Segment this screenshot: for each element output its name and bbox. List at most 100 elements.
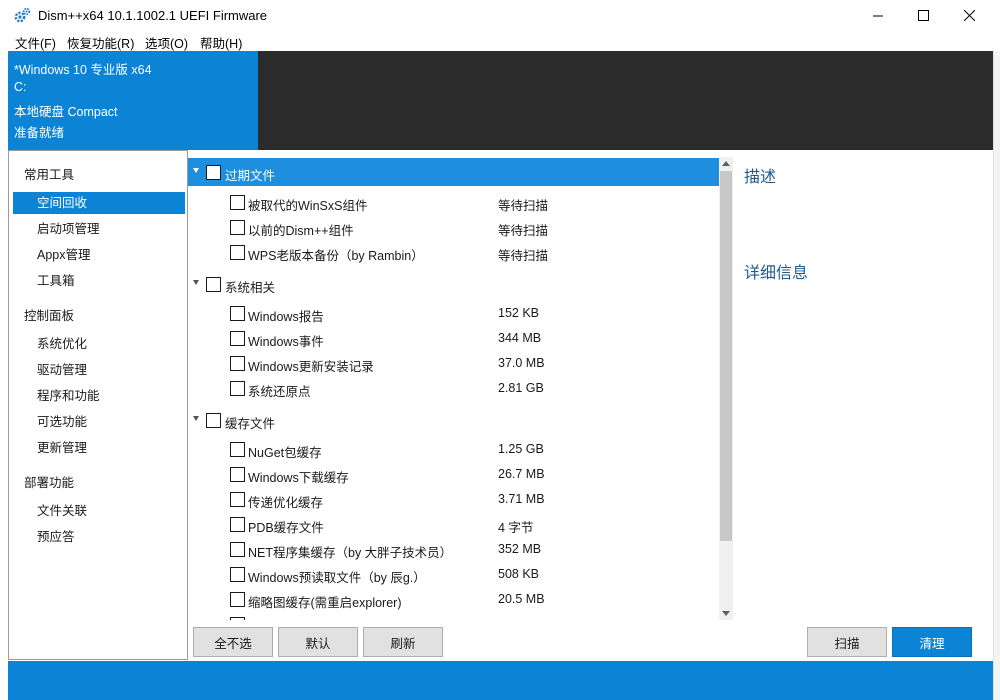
- tree-row[interactable]: Windows更新安装记录 37.0 MB: [188, 351, 719, 376]
- tree-group-cache[interactable]: 缓存文件: [188, 406, 719, 434]
- tree-row[interactable]: PDB缓存文件 4 字节: [188, 512, 719, 537]
- expand-arrow-icon[interactable]: [193, 416, 199, 421]
- close-button[interactable]: [946, 0, 992, 31]
- tree-row[interactable]: WPS老版本备份（by Rambin） 等待扫描: [188, 240, 719, 265]
- row-size: 等待扫描: [498, 249, 549, 263]
- tree-row[interactable]: Windows报告 152 KB: [188, 301, 719, 326]
- row-checkbox[interactable]: [230, 331, 245, 346]
- row-size: 37.0 MB: [498, 356, 545, 370]
- window-title: Dism++x64 10.1.1002.1 UEFI Firmware: [38, 8, 268, 23]
- maximize-icon: [917, 10, 929, 21]
- session-info-panel[interactable]: *Windows 10 专业版 x64 C: 本地硬盘 Compact 准备就绪: [8, 51, 258, 150]
- row-name: 系统还原点: [248, 385, 311, 399]
- window-edge: [993, 51, 1000, 700]
- sidebar-item-drivers[interactable]: 驱动管理: [13, 359, 185, 381]
- cleanup-tree: 过期文件 被取代的WinSxS组件 等待扫描 以前的Dism++组件 等待扫描 …: [188, 150, 719, 620]
- menu-file[interactable]: 文件(F): [15, 33, 56, 52]
- sidebar-item-appx[interactable]: Appx管理: [13, 244, 185, 266]
- row-name: 缩略图缓存(需重启explorer): [248, 596, 402, 610]
- row-size: 等待扫描: [498, 224, 549, 238]
- session-list-area: [258, 51, 993, 150]
- clean-button[interactable]: 清理: [892, 627, 972, 657]
- tree-row[interactable]: 以前的Dism++组件 等待扫描: [188, 215, 719, 240]
- group-checkbox[interactable]: [206, 413, 221, 428]
- row-name: Windows下载缓存: [248, 471, 349, 485]
- tree-row[interactable]: 被取代的WinSxS组件 等待扫描: [188, 190, 719, 215]
- row-name: Windows更新安装记录: [248, 360, 374, 374]
- details-title: 详细信息: [744, 265, 809, 282]
- sidebar-item-programs[interactable]: 程序和功能: [13, 385, 185, 407]
- tree-row[interactable]: NET程序集缓存（by 大胖子技术员） 352 MB: [188, 537, 719, 562]
- row-checkbox[interactable]: [230, 356, 245, 371]
- tree-row[interactable]: NuGet包缓存 1.25 GB: [188, 437, 719, 462]
- row-checkbox[interactable]: [230, 381, 245, 396]
- maximize-button[interactable]: [900, 0, 946, 31]
- row-size: 等待扫描: [498, 199, 549, 213]
- tree-row-partial[interactable]: [188, 612, 719, 620]
- minimize-button[interactable]: [855, 0, 901, 31]
- sidebar-item-unattend[interactable]: 预应答: [13, 526, 185, 548]
- row-name: 传递优化缓存: [248, 496, 324, 510]
- sidebar-item-file-association[interactable]: 文件关联: [13, 500, 185, 522]
- tree-row[interactable]: Windows下载缓存 26.7 MB: [188, 462, 719, 487]
- row-name: Windows报告: [248, 310, 324, 324]
- description-title: 描述: [744, 169, 777, 186]
- sidebar-item-space-recovery[interactable]: 空间回收: [13, 192, 185, 214]
- refresh-button[interactable]: 刷新: [363, 627, 443, 657]
- row-checkbox[interactable]: [230, 467, 245, 482]
- status-bar: [8, 661, 993, 700]
- row-checkbox[interactable]: [230, 517, 245, 532]
- sidebar-item-updates[interactable]: 更新管理: [13, 437, 185, 459]
- expand-arrow-icon[interactable]: [193, 280, 199, 285]
- tree-group-expired-files[interactable]: 过期文件: [188, 158, 719, 186]
- row-name: NET程序集缓存（by 大胖子技术员）: [248, 546, 453, 560]
- sidebar-item-startup[interactable]: 启动项管理: [13, 218, 185, 240]
- tree-group-system[interactable]: 系统相关: [188, 270, 719, 298]
- row-size: 1.25 GB: [498, 442, 544, 456]
- deselect-all-button[interactable]: 全不选: [193, 627, 273, 657]
- drive-letter: C:: [14, 80, 27, 94]
- tree-row[interactable]: Windows事件 344 MB: [188, 326, 719, 351]
- sidebar-item-system-optimize[interactable]: 系统优化: [13, 333, 185, 355]
- tree-row[interactable]: 系统还原点 2.81 GB: [188, 376, 719, 401]
- row-checkbox[interactable]: [230, 617, 245, 620]
- group-checkbox[interactable]: [206, 277, 221, 292]
- close-icon: [963, 10, 975, 21]
- menu-help[interactable]: 帮助(H): [200, 33, 242, 52]
- row-size: 152 KB: [498, 306, 540, 320]
- scroll-up-arrow-icon[interactable]: [722, 161, 730, 166]
- sidebar-item-optional-features[interactable]: 可选功能: [13, 411, 185, 433]
- group-checkbox[interactable]: [206, 165, 221, 180]
- row-size: 2.81 GB: [498, 381, 544, 395]
- row-size: 4 字节: [498, 521, 534, 535]
- tree-scrollbar[interactable]: [719, 157, 733, 620]
- row-checkbox[interactable]: [230, 195, 245, 210]
- row-checkbox[interactable]: [230, 245, 245, 260]
- title-bar: Dism++x64 10.1.1002.1 UEFI Firmware: [0, 0, 1000, 31]
- row-checkbox[interactable]: [230, 442, 245, 457]
- drive-type: 本地硬盘 Compact: [14, 105, 118, 119]
- row-size: 352 MB: [498, 542, 542, 556]
- row-checkbox[interactable]: [230, 306, 245, 321]
- row-name: Windows事件: [248, 335, 324, 349]
- row-checkbox[interactable]: [230, 592, 245, 607]
- scroll-down-arrow-icon[interactable]: [722, 611, 730, 616]
- sidebar-item-toolbox[interactable]: 工具箱: [13, 270, 185, 292]
- expand-arrow-icon[interactable]: [193, 168, 199, 173]
- tree-row[interactable]: 传递优化缓存 3.71 MB: [188, 487, 719, 512]
- row-checkbox[interactable]: [230, 492, 245, 507]
- scan-button[interactable]: 扫描: [807, 627, 887, 657]
- scroll-thumb[interactable]: [720, 171, 732, 541]
- sidebar-section-control-panel: 控制面板: [24, 309, 75, 323]
- row-size: 3.71 MB: [498, 492, 545, 506]
- row-size: 26.7 MB: [498, 467, 545, 481]
- menu-bar: 文件(F) 恢复功能(R) 选项(O) 帮助(H): [0, 31, 1000, 51]
- row-checkbox[interactable]: [230, 220, 245, 235]
- default-button[interactable]: 默认: [278, 627, 358, 657]
- menu-restore[interactable]: 恢复功能(R): [67, 33, 134, 52]
- menu-options[interactable]: 选项(O): [145, 33, 188, 52]
- row-checkbox[interactable]: [230, 542, 245, 557]
- tree-row[interactable]: 缩略图缓存(需重启explorer) 20.5 MB: [188, 587, 719, 612]
- tree-row[interactable]: Windows预读取文件（by 辰g.） 508 KB: [188, 562, 719, 587]
- row-checkbox[interactable]: [230, 567, 245, 582]
